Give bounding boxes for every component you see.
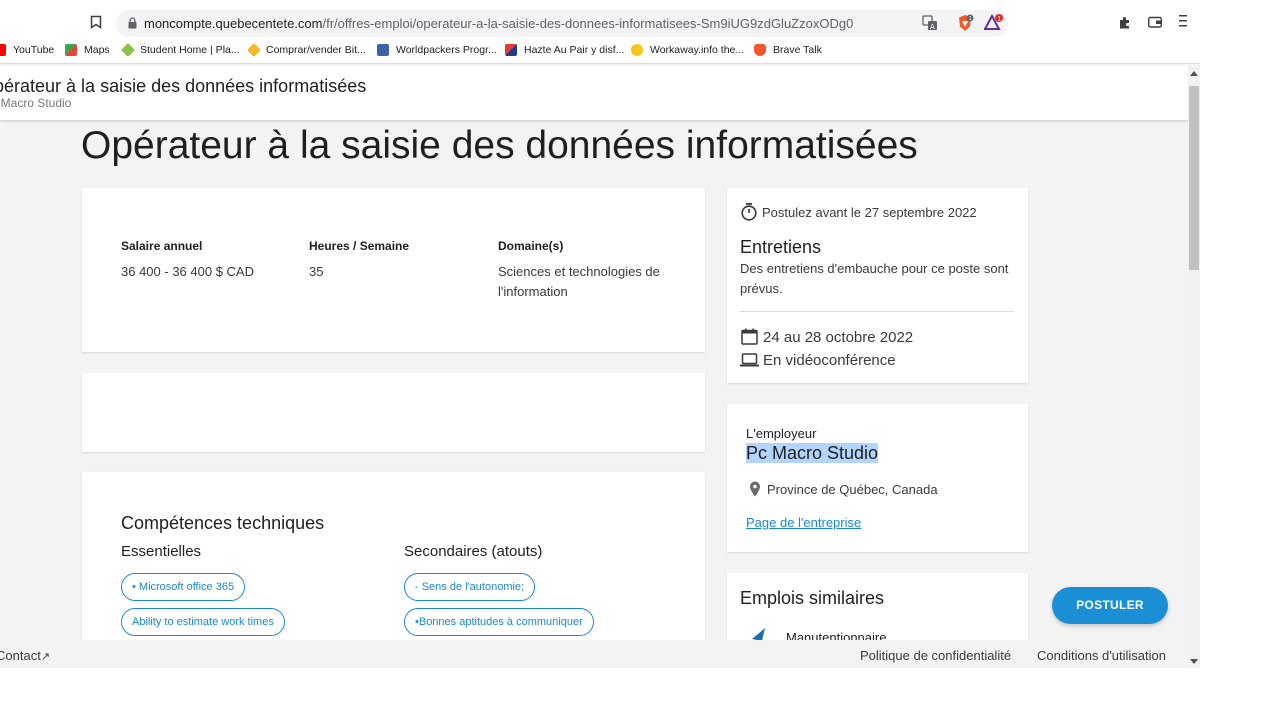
bookmark-icon[interactable] [90, 15, 102, 29]
empty-card [82, 373, 705, 452]
salary-label: Salaire annuel [121, 239, 203, 253]
student-home-icon [120, 42, 136, 58]
similar-jobs-heading: Emplois similaires [740, 588, 885, 608]
deadline-text: Postulez avant le 27 septembre 2022 [762, 205, 977, 220]
similar-jobs-card: Emplois similaires Manutentionnaire [727, 573, 1028, 640]
laptop-icon [740, 353, 759, 367]
bookmark-workaway[interactable]: Workaway.info the... [631, 44, 744, 56]
interviews-heading: Entretiens [740, 237, 822, 257]
employer-label: L'employeur [746, 426, 817, 441]
divider [740, 311, 1014, 312]
skills-heading: Compétences techniques [121, 513, 325, 533]
hours-label: Heures / Semaine [309, 239, 410, 253]
rewards-count: 1 [997, 15, 1001, 22]
bookmark-label: Student Home | Pla... [140, 44, 240, 56]
footer-terms-link[interactable]: Conditions d'utilisation [1037, 648, 1166, 663]
shields-count: 1 [969, 16, 972, 22]
extensions-icon[interactable] [1119, 16, 1132, 29]
scroll-up-arrow[interactable] [1190, 71, 1198, 76]
address-bar[interactable]: moncompte.quebecentete.com/fr/offres-emp… [116, 10, 1008, 37]
secondary-heading: Secondaires (atouts) [404, 543, 543, 560]
job-icon [752, 628, 765, 640]
page-scrollbar[interactable] [1188, 66, 1200, 668]
domain-value: Sciences et technologies de l'informatio… [498, 264, 660, 299]
browser-window: moncompte.quebecentete.com/fr/offres-emp… [0, 0, 1200, 668]
employer-location: Province de Québec, Canada [767, 482, 938, 497]
interviews-card: Postulez avant le 27 septembre 2022 Entr… [727, 188, 1028, 383]
sticky-company: : Macro Studio [0, 96, 72, 110]
calendar-icon [741, 328, 758, 345]
contact-label: Contact [0, 648, 41, 663]
bookmark-student-home[interactable]: Student Home | Pla... [120, 42, 240, 58]
scroll-thumb[interactable] [1189, 86, 1199, 270]
employer-name: Pc Macro Studio [746, 443, 879, 464]
maps-icon [65, 44, 77, 56]
bookmark-label: Maps [84, 44, 110, 56]
brave-shields-icon[interactable]: 1 [956, 14, 974, 32]
employer-card: L'employeur Pc Macro Studio Province de … [727, 404, 1028, 552]
bookmark-maps[interactable]: Maps [65, 44, 110, 56]
job-summary-card: Salaire annuel 36 400 - 36 400 $ CAD Heu… [82, 188, 705, 352]
skill-pill: - Sens de l'autonomie; [404, 573, 536, 601]
interview-mode: En vidéoconférence [763, 352, 896, 369]
footer-contact-link[interactable]: Contact↗ [0, 648, 50, 663]
footer-privacy-link[interactable]: Politique de confidentialité [860, 648, 1011, 663]
bookmark-label: Hazte Au Pair y disf... [524, 44, 625, 56]
menu-icon[interactable] [1178, 14, 1188, 28]
sticky-header: pérateur à la saisie des données informa… [0, 66, 1188, 120]
svg-text:A: A [930, 23, 935, 31]
url-path: /fr/offres-emploi/operateur-a-la-saisie-… [322, 16, 854, 31]
url-host: moncompte.quebecentete.com [144, 16, 323, 31]
sticky-job-title: pérateur à la saisie des données informa… [0, 76, 367, 96]
apply-button[interactable]: POSTULER [1052, 587, 1168, 624]
salary-value: 36 400 - 36 400 $ CAD [121, 264, 254, 279]
bookmark-label: Workaway.info the... [650, 44, 745, 56]
similar-job-item[interactable]: Manutentionnaire [786, 630, 886, 640]
page-content: pérateur à la saisie des données informa… [0, 66, 1188, 640]
external-link-icon: ↗ [40, 651, 51, 663]
bookmark-worldpackers[interactable]: Worldpackers Progr... [377, 44, 497, 56]
wallet-icon[interactable] [1148, 16, 1162, 28]
interview-dates: 24 au 28 octobre 2022 [763, 329, 914, 346]
skill-pill: • Microsoft office 365 [121, 573, 246, 601]
url-text[interactable]: moncompte.quebecentete.com/fr/offres-emp… [144, 16, 853, 31]
company-page-link[interactable]: Page de l'entreprise [746, 515, 861, 530]
bookmark-aupair[interactable]: Hazte Au Pair y disf... [505, 44, 624, 56]
hours-value: 35 [309, 264, 324, 279]
address-row: moncompte.quebecentete.com/fr/offres-emp… [0, 0, 1200, 40]
translate-icon[interactable]: A [922, 15, 938, 31]
workaway-icon [631, 44, 643, 56]
skills-card: Compétences techniques Essentielles Seco… [82, 472, 705, 640]
bookmark-label: YouTube [13, 44, 55, 56]
scroll-down-arrow[interactable] [1190, 659, 1198, 664]
skill-pill: Ability to estimate work times [121, 608, 285, 636]
bookmarks-bar: YouTube Maps Student Home | Pla... Compr… [0, 40, 1200, 64]
employer-name-text: Pc Macro Studio [746, 443, 879, 463]
bookmark-label: Comprar/vender Bit... [266, 44, 366, 56]
page-title: Opérateur à la saisie des données inform… [81, 124, 918, 167]
domain-label: Domaine(s) [498, 239, 564, 253]
brave-rewards-icon[interactable]: 1 [984, 14, 1004, 32]
binance-icon [246, 42, 262, 58]
skill-pill: •Bonnes aptitudes à communiquer [404, 608, 594, 636]
footer: Contact↗ Politique de confidentialité Co… [0, 640, 1188, 668]
youtube-icon [0, 44, 6, 56]
aupair-icon [505, 44, 517, 56]
bookmark-label: Brave Talk [773, 44, 822, 56]
bookmark-label: Worldpackers Progr... [396, 44, 497, 56]
worldpackers-icon [377, 44, 389, 56]
essential-heading: Essentielles [121, 543, 202, 560]
brave-talk-icon [754, 44, 766, 56]
bookmark-brave-talk[interactable]: Brave Talk [754, 44, 822, 56]
timer-icon [741, 203, 757, 221]
location-pin-icon [750, 481, 760, 497]
lock-icon[interactable] [128, 17, 137, 29]
interviews-description: Des entretiens d'embauche pour ce poste … [740, 261, 1009, 296]
bookmark-bitcoin[interactable]: Comprar/vender Bit... [246, 42, 366, 58]
bookmark-youtube[interactable]: YouTube [0, 44, 54, 56]
